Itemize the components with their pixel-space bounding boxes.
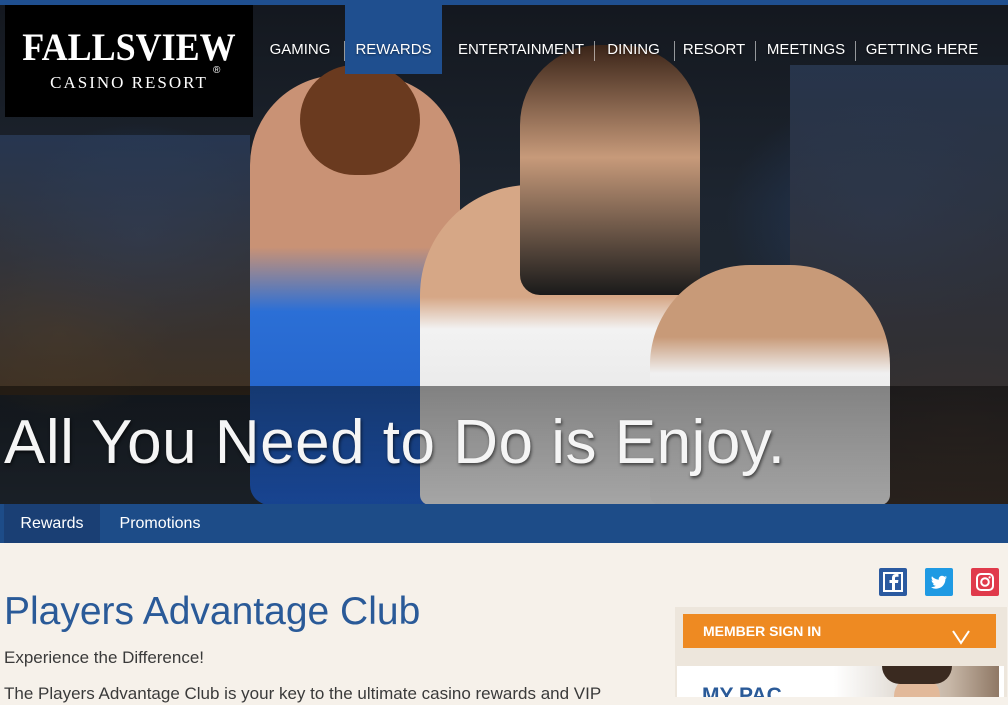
my-pac-card[interactable]: MY PAC [677, 666, 1004, 697]
my-pac-title: MY PAC [702, 684, 782, 697]
nav-item-meetings[interactable]: MEETINGS [758, 5, 854, 74]
nav-item-getting-here[interactable]: GETTING HERE [862, 5, 982, 74]
logo-subtitle: CASINO RESORT [50, 73, 208, 92]
site-logo[interactable]: FALLSVIEW ® CASINO RESORT [5, 5, 253, 117]
nav-separator [755, 41, 756, 61]
twitter-icon[interactable] [925, 568, 953, 596]
logo-wordmark: FALLSVIEW [22, 25, 236, 69]
nav-item-rewards[interactable]: REWARDS [345, 5, 442, 74]
chevron-down-icon [952, 623, 970, 657]
person-woman-hair [300, 65, 420, 175]
member-sign-in-button[interactable]: MEMBER SIGN IN [683, 614, 996, 648]
person-hair [882, 666, 952, 684]
sub-nav: Rewards Promotions [0, 504, 1008, 543]
slot-machine-left [0, 135, 250, 395]
intro-text: Experience the Difference! [4, 648, 205, 667]
tab-promotions[interactable]: Promotions [104, 504, 216, 543]
hero-headline: All You Need to Do is Enjoy. [4, 408, 786, 477]
instagram-icon[interactable] [971, 568, 999, 596]
my-pac-photo [834, 666, 999, 697]
body-text: The Players Advantage Club is your key t… [4, 684, 602, 703]
nav-separator [594, 41, 595, 61]
facebook-icon[interactable] [879, 568, 907, 596]
person-woman-background [520, 45, 700, 295]
main-nav: GAMING REWARDS ENTERTAINMENT DINING RESO… [256, 5, 1008, 74]
member-sign-in-label: MEMBER SIGN IN [703, 623, 822, 639]
nav-separator [674, 41, 675, 61]
page-title: Players Advantage Club [4, 590, 421, 633]
tab-rewards[interactable]: Rewards [4, 504, 100, 543]
nav-item-entertainment[interactable]: ENTERTAINMENT [446, 5, 596, 74]
nav-separator [855, 41, 856, 61]
nav-item-dining[interactable]: DINING [596, 5, 671, 74]
nav-item-gaming[interactable]: GAMING [256, 5, 344, 74]
nav-item-resort[interactable]: RESORT [676, 5, 752, 74]
